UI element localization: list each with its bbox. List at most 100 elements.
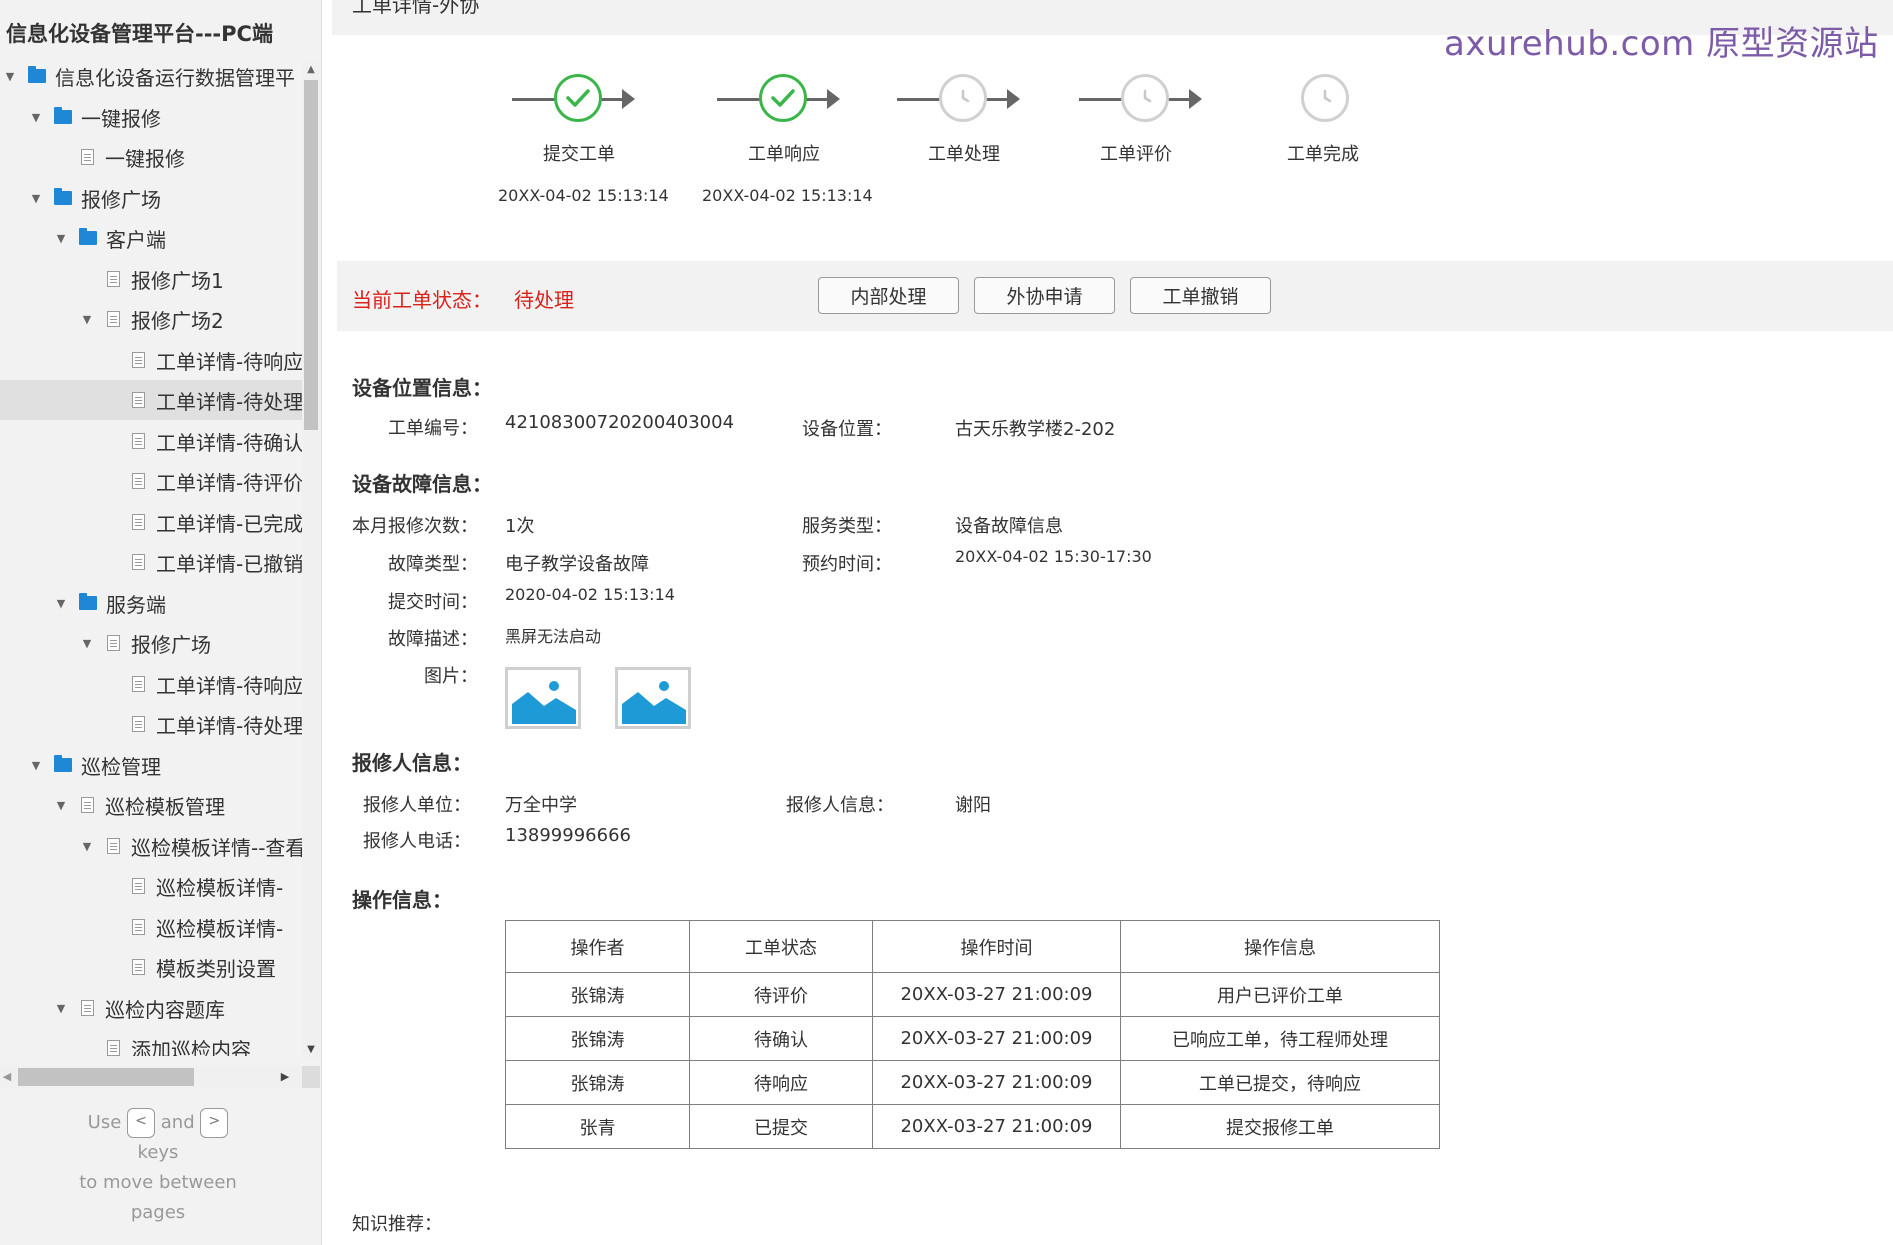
hint-and-text: and (160, 1112, 195, 1133)
sidebar-item-label: 巡检管理 (81, 754, 161, 779)
sidebar-item-label: 一键报修 (81, 106, 161, 131)
expand-arrow-icon[interactable]: ▼ (54, 799, 68, 812)
hint-keys-text: keys (137, 1142, 179, 1163)
expand-arrow-icon[interactable]: ▼ (80, 840, 94, 853)
sidebar-item[interactable]: ▼工单详情-待处理 (0, 704, 302, 744)
pictures-label: 图片： (424, 666, 478, 687)
page-icon (107, 311, 120, 327)
expand-arrow-icon[interactable]: ▼ (29, 111, 43, 124)
sidebar-item-label: 巡检模板详情- (156, 875, 284, 900)
page-icon (107, 1040, 120, 1056)
outsource-request-button[interactable]: 外协申请 (974, 277, 1115, 314)
sidebar-item[interactable]: ▼ 巡检内容题库 (0, 988, 302, 1028)
sidebar-item[interactable]: ▼ 服务端 (0, 583, 302, 623)
sidebar-item[interactable]: ▼ 一键报修 (0, 97, 302, 137)
status-cell: 已提交 (689, 1104, 873, 1149)
sidebar-item-label: 工单详情-待处理 (156, 389, 302, 414)
fault-type-value: 电子教学设备故障 (505, 554, 649, 575)
reporter-unit-value: 万全中学 (505, 795, 577, 816)
scroll-left-arrow-icon[interactable]: ◀ (0, 1066, 14, 1088)
page-icon (81, 797, 94, 813)
vertical-scroll-thumb[interactable] (304, 80, 318, 430)
expand-arrow-icon[interactable]: ▼ (29, 192, 43, 205)
submit-time-label: 提交时间： (388, 592, 478, 613)
expand-arrow-icon[interactable]: ▼ (54, 597, 68, 610)
expand-arrow-icon[interactable]: ▼ (80, 637, 94, 650)
step-label: 工单完成 (1287, 144, 1359, 165)
expand-arrow-icon[interactable]: ▼ (54, 1002, 68, 1015)
status-cell: 待评价 (689, 972, 873, 1017)
sidebar-item[interactable]: ▼ 信息化设备运行数据管理平 (0, 56, 302, 96)
internal-process-button[interactable]: 内部处理 (818, 277, 959, 314)
expand-arrow-icon[interactable]: ▼ (29, 759, 43, 772)
hint-pages-text: pages (130, 1202, 186, 1223)
sidebar-item-label: 工单详情-待响应 (156, 673, 302, 698)
horizontal-scroll-thumb[interactable] (18, 1068, 194, 1086)
page-icon (132, 433, 145, 449)
sidebar-item-label: 报修广场 (81, 187, 161, 212)
sidebar-item[interactable]: ▼工单详情-待评价 (0, 461, 302, 501)
operator-cell: 张锦涛 (505, 1016, 690, 1061)
sidebar-item[interactable]: ▼工单详情-已撤销 (0, 542, 302, 582)
step-process (939, 74, 987, 122)
month-count-label: 本月报修次数： (352, 516, 478, 537)
sidebar-item[interactable]: ▼ 客户端 (0, 218, 302, 258)
expand-arrow-icon[interactable]: ▼ (3, 70, 17, 83)
sidebar-item[interactable]: ▼ 报修广场2 (0, 299, 302, 339)
sidebar-item[interactable]: ▼巡检模板详情- (0, 907, 302, 947)
sidebar-item[interactable]: ▼一键报修 (0, 137, 302, 177)
sidebar-item-label: 巡检模板管理 (105, 794, 225, 819)
sidebar-item[interactable]: ▼工单详情-待响应 (0, 664, 302, 704)
message-cell: 提交报修工单 (1120, 1104, 1440, 1149)
scrollbar-corner (302, 1066, 320, 1088)
sidebar-item-label: 工单详情-待确认 (156, 430, 302, 455)
reporter-phone-label: 报修人电话： (363, 831, 471, 852)
page-icon (81, 1000, 94, 1016)
fault-image-thumbnail[interactable] (505, 667, 581, 729)
fault-section-title: 设备故障信息： (352, 472, 492, 496)
reporter-unit-label: 报修人单位： (363, 795, 471, 816)
sidebar-item-label: 工单详情-待评价 (156, 470, 302, 495)
step-evaluate (1121, 74, 1169, 122)
submit-time-value: 2020-04-02 15:13:14 (505, 585, 675, 604)
reporter-section-title: 报修人信息： (352, 751, 472, 775)
revoke-order-button[interactable]: 工单撤销 (1130, 277, 1271, 314)
order-no-value: 42108300720200403004 (505, 412, 735, 433)
hint-use-text: Use (87, 1112, 122, 1133)
scroll-right-arrow-icon[interactable]: ▶ (278, 1066, 292, 1088)
page-icon (132, 514, 145, 530)
sidebar-item[interactable]: ▼工单详情-待确认 (0, 421, 302, 461)
sidebar-item[interactable]: ▼报修广场1 (0, 259, 302, 299)
sidebar-item[interactable]: ▼工单详情-待处理 (0, 380, 302, 420)
sidebar-item[interactable]: ▼ 巡检管理 (0, 745, 302, 785)
expand-arrow-icon[interactable]: ▼ (80, 313, 94, 326)
sidebar-item[interactable]: ▼工单详情-已完成 (0, 502, 302, 542)
sidebar-item[interactable]: ▼ 报修广场 (0, 178, 302, 218)
scroll-down-arrow-icon[interactable]: ▼ (303, 1042, 319, 1058)
clock-icon (1301, 74, 1349, 122)
page-icon (81, 149, 94, 165)
sidebar-item[interactable]: ▼巡检模板详情- (0, 866, 302, 906)
sidebar-item[interactable]: ▼添加巡检内容 (0, 1028, 302, 1056)
sidebar-item[interactable]: ▼ 巡检模板详情--查看 (0, 826, 302, 866)
sidebar-item[interactable]: ▼ 报修广场 (0, 623, 302, 663)
sidebar-item-label: 巡检模板详情--查看 (131, 835, 302, 860)
sidebar-item[interactable]: ▼工单详情-待响应 (0, 340, 302, 380)
device-position-value: 古天乐教学楼2-202 (955, 419, 1116, 440)
sidebar-item-label: 服务端 (106, 592, 166, 617)
sidebar-item-label: 巡检内容题库 (105, 997, 225, 1022)
sidebar-item-label: 工单详情-已完成 (156, 511, 302, 536)
fault-desc-value: 黑屏无法启动 (505, 627, 602, 646)
scroll-up-arrow-icon[interactable]: ▲ (303, 62, 319, 78)
page-icon (107, 838, 120, 854)
sidebar-item[interactable]: ▼ 巡检模板管理 (0, 785, 302, 825)
message-cell: 用户已评价工单 (1120, 972, 1440, 1017)
operator-cell: 张锦涛 (505, 1060, 690, 1105)
sidebar-item[interactable]: ▼模板类别设置 (0, 947, 302, 987)
fault-image-thumbnail[interactable] (615, 667, 691, 729)
status-cell: 待确认 (689, 1016, 873, 1061)
expand-arrow-icon[interactable]: ▼ (54, 232, 68, 245)
operations-table: 操作者 工单状态 操作时间 操作信息 张锦涛 待评价 20XX-03-27 21… (505, 920, 1440, 1149)
folder-icon (54, 188, 72, 205)
sidebar-item-label: 报修广场1 (131, 268, 224, 293)
